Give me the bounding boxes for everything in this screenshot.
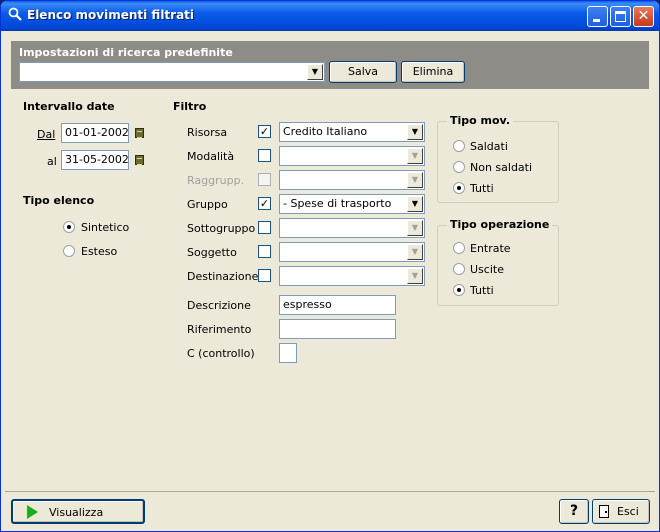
radio-esteso-label: Esteso xyxy=(81,245,118,258)
window-title: Elenco movimenti filtrati xyxy=(27,8,195,22)
select-risorsa-value: Credito Italiano xyxy=(283,125,368,138)
magnifier-icon xyxy=(7,7,23,23)
chevron-down-icon: ▼ xyxy=(407,172,423,188)
filter-label-modalita: Modalità xyxy=(187,150,235,163)
operation-type-title: Tipo operazione xyxy=(447,218,553,231)
select-destinazione[interactable]: ▼ xyxy=(279,266,425,286)
close-icon: ✕ xyxy=(637,8,650,24)
minimize-button[interactable] xyxy=(587,6,608,27)
date-to-label: al xyxy=(47,155,57,168)
maximize-icon xyxy=(615,11,626,22)
checkbox-raggrupp xyxy=(258,173,271,186)
radio-non-saldati[interactable] xyxy=(453,161,465,173)
select-raggrupp: ▼ xyxy=(279,170,425,190)
radio-uscite[interactable] xyxy=(453,263,465,275)
play-icon xyxy=(27,505,38,519)
radio-entrate-label: Entrate xyxy=(470,242,511,255)
movement-type-title: Tipo mov. xyxy=(447,114,514,127)
control-input[interactable] xyxy=(279,343,297,363)
radio-entrate[interactable] xyxy=(453,242,465,254)
minimize-icon xyxy=(593,19,600,22)
filter-label-sottogruppo: Sottogruppo xyxy=(187,222,256,235)
date-to-input[interactable]: 31-05-2002 xyxy=(61,150,129,170)
filter-label-destinazione: Destinazione xyxy=(187,270,259,283)
radio-saldati[interactable] xyxy=(453,140,465,152)
chevron-down-icon[interactable]: ▼ xyxy=(407,124,423,140)
checkbox-gruppo[interactable]: ✓ xyxy=(258,197,271,210)
select-gruppo[interactable]: - Spese di trasporto ▼ xyxy=(279,194,425,214)
show-list-label: Visualizza elenco xyxy=(49,506,104,531)
radio-non-saldati-label: Non saldati xyxy=(470,161,533,174)
checkbox-soggetto[interactable] xyxy=(258,245,271,258)
maximize-button[interactable] xyxy=(610,6,631,27)
preset-title: Impostazioni di ricerca predefinite xyxy=(19,46,233,59)
delete-button[interactable]: Elimina xyxy=(401,61,465,83)
checkbox-modalita[interactable] xyxy=(258,149,271,162)
date-range-title: Intervallo date xyxy=(23,100,115,113)
footer-separator xyxy=(5,491,655,492)
help-button[interactable]: ? xyxy=(559,499,589,524)
radio-sintetico[interactable] xyxy=(63,221,75,233)
select-risorsa[interactable]: Credito Italiano ▼ xyxy=(279,122,425,142)
show-list-button[interactable]: Visualizza elenco xyxy=(11,499,145,531)
date-from-label: Dal xyxy=(37,128,56,141)
description-label: Descrizione xyxy=(187,299,251,312)
radio-uscite-label: Uscite xyxy=(470,263,504,276)
select-soggetto[interactable]: ▼ xyxy=(279,242,425,262)
reference-label: Riferimento xyxy=(187,323,252,336)
main-window: Elenco movimenti filtrati ✕ Impostazioni… xyxy=(0,0,660,532)
chevron-down-icon[interactable]: ▼ xyxy=(307,64,323,80)
description-input[interactable]: espresso xyxy=(279,295,396,315)
radio-esteso[interactable] xyxy=(63,245,75,257)
reference-input[interactable] xyxy=(279,319,396,339)
save-button[interactable]: Salva xyxy=(329,61,397,83)
checkbox-risorsa[interactable]: ✓ xyxy=(258,125,271,138)
chevron-down-icon[interactable]: ▼ xyxy=(407,244,423,260)
control-label: C (controllo) xyxy=(187,347,255,360)
chevron-down-icon[interactable]: ▼ xyxy=(407,268,423,284)
checkbox-destinazione[interactable] xyxy=(258,269,271,282)
date-from-input[interactable]: 01-01-2002 xyxy=(61,123,129,143)
close-button[interactable]: ✕ xyxy=(633,6,654,27)
radio-operazioni-tutti[interactable] xyxy=(453,284,465,296)
filter-label-soggetto: Soggetto xyxy=(187,246,237,259)
chevron-down-icon[interactable]: ▼ xyxy=(407,220,423,236)
preset-select[interactable]: ▼ xyxy=(19,62,325,82)
list-type-title: Tipo elenco xyxy=(23,194,95,207)
select-gruppo-value: - Spese di trasporto xyxy=(283,197,392,210)
title-bar[interactable]: Elenco movimenti filtrati ✕ xyxy=(1,1,659,31)
radio-movimenti-tutti-label: Tutti xyxy=(470,182,494,195)
select-modalita[interactable]: ▼ xyxy=(279,146,425,166)
chevron-down-icon[interactable]: ▼ xyxy=(407,148,423,164)
exit-button[interactable]: Esci xyxy=(592,499,650,524)
exit-label: Esci xyxy=(617,505,639,518)
filter-label-risorsa: Risorsa xyxy=(187,126,228,139)
radio-movimenti-tutti[interactable] xyxy=(453,182,465,194)
checkbox-sottogruppo[interactable] xyxy=(258,221,271,234)
radio-operazioni-tutti-label: Tutti xyxy=(470,284,494,297)
filter-title: Filtro xyxy=(173,100,207,113)
select-sottogruppo[interactable]: ▼ xyxy=(279,218,425,238)
radio-sintetico-label: Sintetico xyxy=(81,221,130,234)
exit-door-icon xyxy=(599,505,609,518)
calendar-icon[interactable] xyxy=(135,128,144,138)
preset-panel: Impostazioni di ricerca predefinite ▼ Sa… xyxy=(11,41,649,89)
radio-saldati-label: Saldati xyxy=(470,140,508,153)
chevron-down-icon[interactable]: ▼ xyxy=(407,196,423,212)
filter-label-raggrupp: Raggrupp. xyxy=(187,174,245,187)
filter-label-gruppo: Gruppo xyxy=(187,198,228,211)
calendar-icon[interactable] xyxy=(135,155,144,165)
